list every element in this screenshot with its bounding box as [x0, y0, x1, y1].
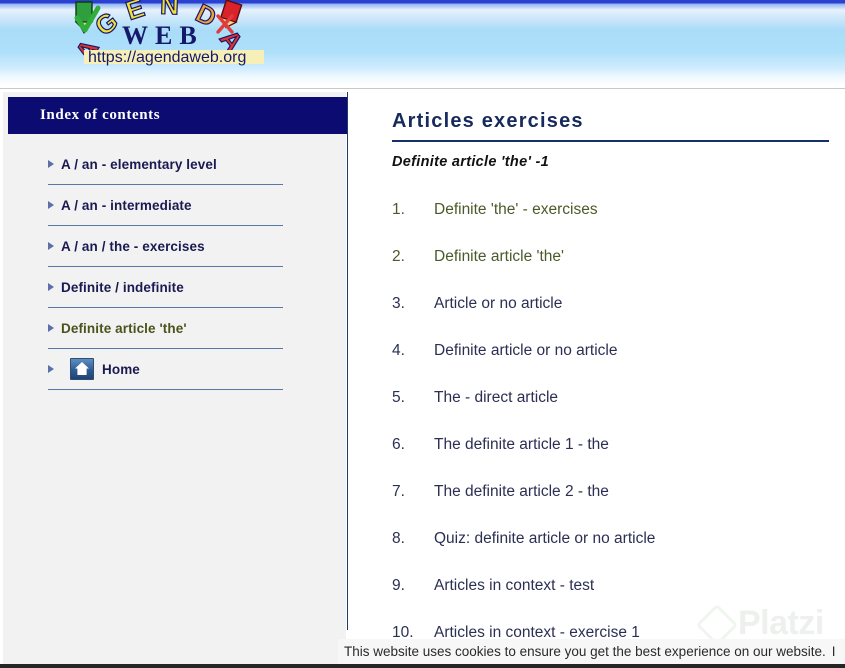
sidebar-item-label: A / an - intermediate: [61, 197, 192, 213]
cookie-accept-button[interactable]: I: [832, 644, 836, 659]
list-item-number: 3.: [392, 294, 405, 312]
sidebar-item-a-an-elementary[interactable]: A / an - elementary level: [48, 144, 283, 185]
list-item[interactable]: 3. Article or no article: [348, 280, 845, 327]
list-item[interactable]: 5. The - direct article: [348, 374, 845, 421]
list-item-label: Articles in context - test: [434, 576, 595, 594]
triangle-right-icon: [48, 365, 54, 373]
list-item[interactable]: 2. Definite article 'the': [348, 233, 845, 280]
list-item-number: 7.: [392, 482, 405, 500]
list-item[interactable]: 4. Definite article or no article: [348, 327, 845, 374]
sidebar-item-definite-article-the[interactable]: Definite article 'the': [48, 308, 283, 349]
list-item-number: 5.: [392, 388, 405, 406]
list-item[interactable]: 8. Quiz: definite article or no article: [348, 515, 845, 562]
home-icon: [70, 358, 94, 380]
triangle-right-icon: [48, 242, 54, 250]
page-title: Articles exercises: [392, 110, 584, 132]
agendaweb-logo[interactable]: A G E N D A WEB https://agendaweb.org: [36, 0, 306, 80]
list-item[interactable]: 6. The definite article 1 - the: [348, 421, 845, 468]
list-item-label: The - direct article: [434, 388, 559, 406]
exercise-list: 1. Definite 'the' - exercises 2. Definit…: [348, 186, 845, 656]
triangle-right-icon: [48, 324, 54, 332]
list-item[interactable]: 9. Articles in context - test: [348, 562, 845, 609]
page-subtitle: Definite article 'the' -1: [392, 154, 550, 170]
list-item-label: The definite article 1 - the: [434, 435, 609, 453]
list-item-label: Definite article or no article: [434, 341, 618, 359]
sidebar-item-home[interactable]: Home: [48, 349, 283, 390]
list-item[interactable]: 1. Definite 'the' - exercises: [348, 186, 845, 233]
list-item-number: 8.: [392, 529, 405, 547]
list-item-number: 6.: [392, 435, 405, 453]
page-body: Index of contents A / an - elementary le…: [0, 92, 845, 668]
triangle-right-icon: [48, 201, 54, 209]
triangle-right-icon: [48, 283, 54, 291]
sidebar: Index of contents A / an - elementary le…: [0, 92, 349, 668]
list-item-number: 4.: [392, 341, 405, 359]
sidebar-item-label: Definite article 'the': [61, 320, 187, 336]
sidebar-item-a-an-intermediate[interactable]: A / an - intermediate: [48, 185, 283, 226]
triangle-right-icon: [48, 160, 54, 168]
list-item-label: Quiz: definite article or no article: [434, 529, 656, 547]
list-item-number: 9.: [392, 576, 405, 594]
sidebar-item-label: A / an / the - exercises: [61, 238, 205, 254]
site-header-banner: A G E N D A WEB https://agendaweb.org: [0, 0, 845, 86]
svg-text:N: N: [160, 0, 180, 20]
sidebar-item-label: Home: [102, 361, 140, 377]
cookie-message: This website uses cookies to ensure you …: [344, 644, 826, 659]
sidebar-item-a-an-the-exercises[interactable]: A / an / the - exercises: [48, 226, 283, 267]
sidebar-item-label: A / an - elementary level: [61, 156, 217, 172]
title-underline: [392, 140, 829, 142]
cookie-consent-bar: This website uses cookies to ensure you …: [338, 639, 845, 664]
list-item-label: Definite article 'the': [434, 247, 564, 265]
viewport-bottom-edge: [0, 664, 845, 668]
list-item[interactable]: 7. The definite article 2 - the: [348, 468, 845, 515]
logo-url: https://agendaweb.org: [88, 49, 246, 66]
svg-text:WEB: WEB: [122, 21, 204, 50]
main-content: Articles exercises Definite article 'the…: [348, 92, 845, 668]
sidebar-item-label: Definite / indefinite: [61, 279, 184, 295]
sidebar-title: Index of contents: [8, 97, 347, 134]
list-item-label: Definite 'the' - exercises: [434, 200, 598, 218]
sidebar-nav: A / an - elementary level A / an - inter…: [3, 144, 349, 390]
list-item-label: Article or no article: [434, 294, 563, 312]
list-item-number: 2.: [392, 247, 405, 265]
sidebar-item-definite-indefinite[interactable]: Definite / indefinite: [48, 267, 283, 308]
list-item-number: 1.: [392, 200, 405, 218]
list-item-label: The definite article 2 - the: [434, 482, 609, 500]
